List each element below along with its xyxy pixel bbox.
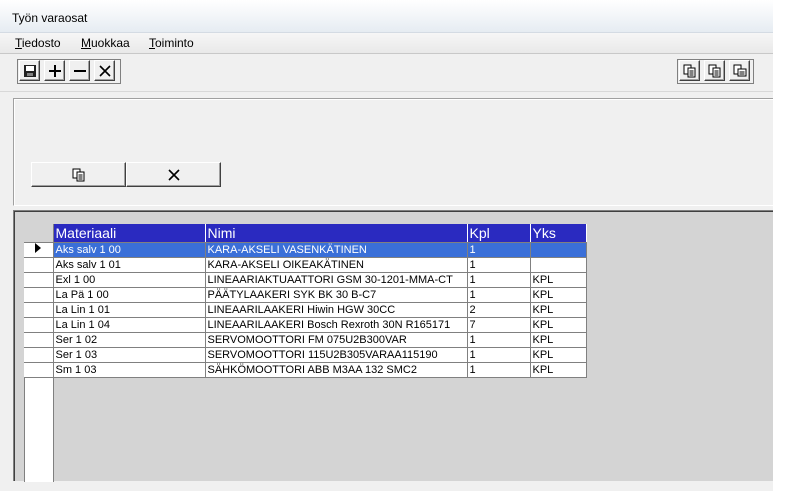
table-row[interactable]: Exl 1 00 LINEAARIAKTUAATTORI GSM 30-1201-… [24, 272, 587, 288]
copy-button[interactable] [679, 60, 700, 81]
cell-yks[interactable]: KPL [530, 362, 587, 378]
cell-nimi[interactable]: PÄÄTYLAAKERI SYK BK 30 B-C7 [205, 287, 468, 303]
row-indicator[interactable] [24, 242, 54, 258]
data-grid: Materiaali Nimi Kpl Yks Aks salv 1 00 KAR… [24, 224, 587, 378]
cell-materiaali[interactable]: La Lin 1 04 [53, 317, 206, 333]
cell-yks[interactable]: KPL [530, 317, 587, 333]
table-row[interactable]: La Lin 1 01 LINEAARILAAKERI Hiwin HGW 30C… [24, 302, 587, 318]
close-icon [98, 64, 111, 77]
plus-icon [48, 64, 61, 77]
current-row-arrow-icon [35, 243, 42, 253]
action-panel [13, 98, 773, 206]
close-button[interactable] [94, 60, 115, 81]
row-indicator[interactable] [24, 257, 54, 273]
cell-materiaali[interactable]: Ser 1 03 [53, 347, 206, 363]
column-header-materiaali[interactable]: Materiaali [53, 224, 206, 243]
paste-button[interactable] [704, 60, 725, 81]
panel-copy-button[interactable] [31, 162, 126, 187]
cell-kpl[interactable]: 1 [467, 272, 531, 288]
toolbar [0, 54, 773, 92]
paste-icon [708, 64, 720, 77]
paste-special-button[interactable] [729, 60, 750, 81]
cell-nimi[interactable]: LINEAARILAAKERI Bosch Rexroth 30N R16517… [205, 317, 468, 333]
cell-materiaali[interactable]: Aks salv 1 00 [53, 242, 206, 258]
close-icon [167, 168, 180, 181]
cell-materiaali[interactable]: La Pä 1 00 [53, 287, 206, 303]
cell-materiaali[interactable]: La Lin 1 01 [53, 302, 206, 318]
panel-close-button[interactable] [126, 162, 221, 187]
save-icon [23, 64, 36, 77]
app-window: Työn varaosat Tiedosto Muokkaa Toiminto [0, 0, 773, 491]
grid-corner [24, 224, 54, 243]
cell-yks[interactable]: KPL [530, 272, 587, 288]
title-bar: Työn varaosat [0, 0, 773, 33]
column-header-kpl[interactable]: Kpl [467, 224, 531, 243]
cell-materiaali[interactable]: Sm 1 03 [53, 362, 206, 378]
cell-nimi[interactable]: SERVOMOOTTORI 115U2B305VARAA115190 [205, 347, 468, 363]
row-indicator[interactable] [24, 302, 54, 318]
cell-kpl[interactable]: 1 [467, 242, 531, 258]
cell-nimi[interactable]: KARA-AKSELI OIKEAKÄTINEN [205, 257, 468, 273]
cell-kpl[interactable]: 1 [467, 287, 531, 303]
cell-kpl[interactable]: 1 [467, 347, 531, 363]
row-indicator[interactable] [24, 347, 54, 363]
cell-nimi[interactable]: SERVOMOOTTORI FM 075U2B300VAR [205, 332, 468, 348]
cell-kpl[interactable]: 2 [467, 302, 531, 318]
paste-special-icon [733, 64, 746, 76]
minus-icon [73, 69, 86, 72]
add-button[interactable] [44, 60, 65, 81]
save-button[interactable] [19, 60, 40, 81]
cell-yks[interactable] [530, 257, 587, 273]
cell-kpl[interactable]: 1 [467, 257, 531, 273]
column-header-yks[interactable]: Yks [530, 224, 587, 243]
toolbar-right-group [677, 59, 754, 84]
table-row[interactable]: Ser 1 03 SERVOMOOTTORI 115U2B305VARAA1151… [24, 347, 587, 363]
cell-nimi[interactable]: LINEAARILAAKERI Hiwin HGW 30CC [205, 302, 468, 318]
row-indicator[interactable] [24, 317, 54, 333]
table-row[interactable]: La Pä 1 00 PÄÄTYLAAKERI SYK BK 30 B-C7 1 KP… [24, 287, 587, 303]
window-title: Työn varaosat [12, 11, 88, 25]
desktop-background [773, 0, 786, 491]
menu-muokkaa[interactable]: Muokkaa [81, 36, 130, 50]
cell-kpl[interactable]: 1 [467, 332, 531, 348]
table-row[interactable]: Aks salv 1 00 KARA-AKSELI VASENKÄTINEN 1 [24, 242, 587, 258]
cell-kpl[interactable]: 7 [467, 317, 531, 333]
cell-yks[interactable]: KPL [530, 287, 587, 303]
menu-tiedosto[interactable]: Tiedosto [15, 36, 61, 50]
cell-yks[interactable]: KPL [530, 347, 587, 363]
row-indicator[interactable] [24, 332, 54, 348]
copy-icon [683, 64, 695, 77]
cell-yks[interactable]: KPL [530, 302, 587, 318]
cell-materiaali[interactable]: Exl 1 00 [53, 272, 206, 288]
toolbar-left-group [17, 59, 121, 84]
cell-materiaali[interactable]: Ser 1 02 [53, 332, 206, 348]
menu-bar: Tiedosto Muokkaa Toiminto [0, 33, 773, 54]
cell-nimi[interactable]: SÄHKÖMOOTTORI ABB M3AA 132 SMC2 [205, 362, 468, 378]
table-row[interactable]: La Lin 1 04 LINEAARILAAKERI Bosch Rexroth… [24, 317, 587, 333]
remove-button[interactable] [69, 60, 90, 81]
table-row[interactable]: Sm 1 03 SÄHKÖMOOTTORI ABB M3AA 132 SMC2 1 K… [24, 362, 587, 378]
table-row[interactable]: Ser 1 02 SERVOMOOTTORI FM 075U2B300VAR 1 KP… [24, 332, 587, 348]
cell-yks[interactable]: KPL [530, 332, 587, 348]
cell-materiaali[interactable]: Aks salv 1 01 [53, 257, 206, 273]
cell-kpl[interactable]: 1 [467, 362, 531, 378]
cell-yks[interactable] [530, 242, 587, 258]
cell-nimi[interactable]: LINEAARIAKTUAATTORI GSM 30-1201-MMA-CT [205, 272, 468, 288]
cell-nimi[interactable]: KARA-AKSELI VASENKÄTINEN [205, 242, 468, 258]
row-indicator[interactable] [24, 272, 54, 288]
copy-icon [72, 168, 84, 181]
data-grid-area: Materiaali Nimi Kpl Yks Aks salv 1 00 KAR… [13, 210, 773, 482]
row-indicator[interactable] [24, 362, 54, 378]
row-indicator[interactable] [24, 287, 54, 303]
column-header-nimi[interactable]: Nimi [205, 224, 468, 243]
table-row[interactable]: Aks salv 1 01 KARA-AKSELI OIKEAKÄTINEN 1 [24, 257, 587, 273]
menu-toiminto[interactable]: Toiminto [149, 36, 194, 50]
